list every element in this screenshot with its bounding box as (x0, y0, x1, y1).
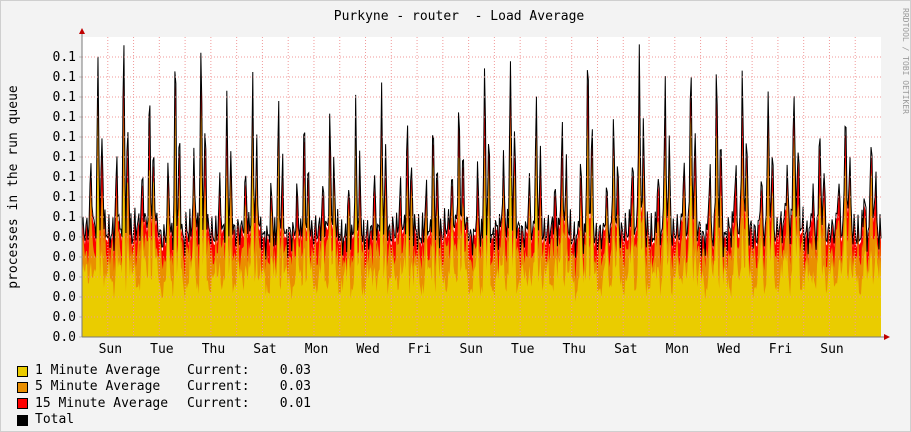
legend-label: 1 Minute Average (35, 363, 161, 378)
chart-title: Purkyne - router - Load Average (334, 9, 585, 24)
y-tick-label: 0.1 (53, 90, 76, 105)
legend-current-label: Current: (187, 395, 250, 411)
y-tick-label: 0.1 (53, 110, 76, 125)
x-tick-label: Mon (666, 342, 689, 357)
legend-item-15min: 15 Minute Average Current: 0.01 (17, 396, 311, 412)
rrdtool-watermark: RRDTOOL / TOBI OETIKER (901, 8, 910, 114)
x-tick-label: Tue (150, 342, 174, 357)
y-tick-label: 0.1 (53, 210, 76, 225)
legend-swatch-5min (17, 381, 28, 393)
x-tick-label: Thu (202, 342, 225, 357)
legend-label: 5 Minute Average (35, 379, 161, 395)
graph-frame: 0.0 0.0 0.0 0.0 0.0 0.0 0.1 0.1 0.1 0.1 0.1 0.1 0.1 0… (0, 0, 911, 432)
y-axis-arrow (79, 28, 85, 34)
legend-item-total: Total (17, 412, 311, 428)
x-axis-arrow (884, 334, 890, 340)
legend-current-label: Current: (187, 363, 250, 378)
load-average-chart: 0.0 0.0 0.0 0.0 0.0 0.0 0.1 0.1 0.1 0.1 0.1 0.1 0.1 0… (6, 8, 910, 357)
y-tick-label: 0.1 (53, 50, 76, 65)
y-tick-label: 0.0 (53, 330, 76, 345)
legend-current-value: 0.01 (279, 395, 311, 411)
y-tick-label: 0.0 (53, 290, 76, 305)
y-tick-label: 0.0 (53, 250, 76, 265)
x-tick-label: Fri (408, 342, 431, 357)
legend-item-1min: 1 Minute Average Current: 0.03 (17, 363, 311, 379)
legend-current-label: Current: (187, 379, 250, 395)
y-tick-label: 0.1 (53, 190, 76, 205)
x-tick-label: Wed (356, 342, 379, 357)
y-tick-label: 0.0 (53, 270, 76, 285)
legend-swatch-15min (17, 398, 28, 410)
x-tick-label: Sun (820, 342, 843, 357)
x-tick-label: Sat (614, 342, 637, 357)
x-tick-label: Sun (459, 342, 482, 357)
legend-label: Total (35, 411, 75, 427)
legend-swatch-1min (17, 365, 28, 377)
legend-swatch-total (17, 414, 28, 426)
legend-item-5min: 5 Minute Average Current: 0.03 (17, 379, 311, 395)
x-tick-label: Thu (563, 342, 586, 357)
y-tick-label: 0.1 (53, 70, 76, 85)
x-tick-label: Fri (769, 342, 792, 357)
y-tick-label: 0.1 (53, 170, 76, 185)
y-tick-label: 0.1 (53, 130, 76, 145)
legend-current-value: 0.03 (279, 363, 311, 378)
x-tick-label: Sun (99, 342, 122, 357)
legend-current-value: 0.03 (279, 379, 311, 395)
y-tick-label: 0.0 (53, 310, 76, 325)
legend-label: 15 Minute Average (35, 395, 169, 411)
x-tick-label: Tue (511, 342, 535, 357)
x-tick-label: Wed (717, 342, 740, 357)
y-tick-label: 0.0 (53, 230, 76, 245)
legend: 1 Minute Average Current: 0.03 5 Minute … (17, 363, 311, 428)
y-tick-label: 0.1 (53, 150, 76, 165)
x-tick-label: Sat (253, 342, 276, 357)
x-tick-label: Mon (305, 342, 328, 357)
y-axis-label: processes in the run queue (6, 85, 21, 289)
